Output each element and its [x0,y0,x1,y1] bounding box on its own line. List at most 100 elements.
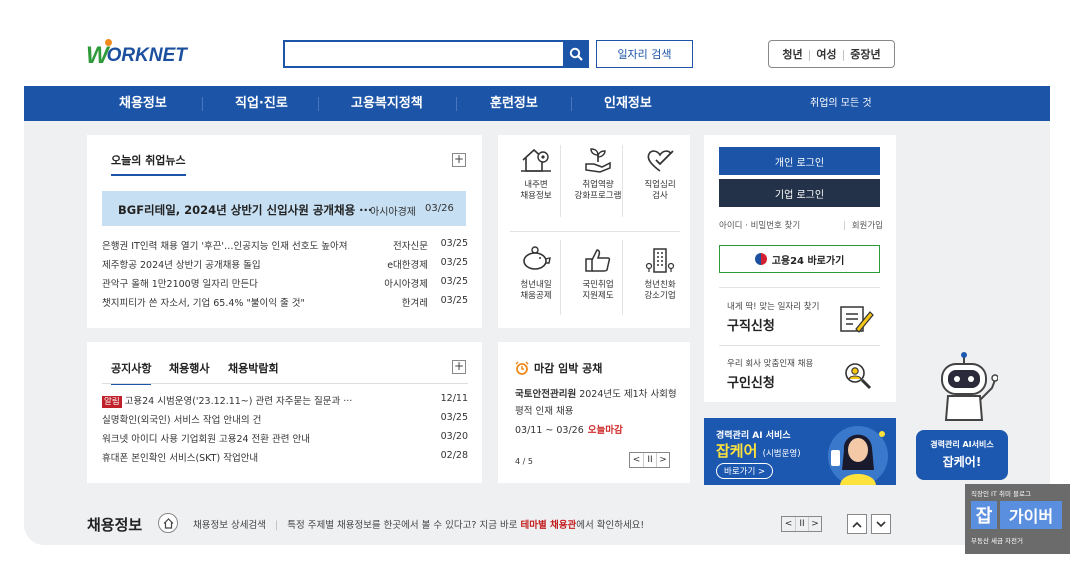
tab-notice[interactable]: 공지사항 [111,360,152,385]
jobcare-banner[interactable]: 경력관리 AI 서비스 잡케어 (시범운영) 바로가기 > [704,418,896,485]
notice-more-button[interactable]: + [452,360,466,374]
nav-talent[interactable]: 인재정보 [604,86,652,121]
tab-job-fair[interactable]: 채용박람회 [228,360,279,376]
service-psych-test[interactable]: 직업심리 검사 [629,146,691,202]
prev-button[interactable]: < [782,517,795,531]
bottom-text-after: 에서 확인하세요! [576,520,645,531]
scroll-up-button[interactable] [847,514,867,534]
divider [719,345,880,346]
next-button[interactable]: > [656,453,669,467]
badge-top-text: 직장인 IT 취미 블로그 [971,490,1031,498]
deadline-period: 03/11 ~ 03/26 [515,425,584,436]
detail-search-link[interactable]: 채용정보 상세검색 [193,520,266,531]
notice-item-date: 03/20 [440,431,468,442]
robot-mascot-illustration [941,352,998,421]
news-more-button[interactable]: + [452,153,466,167]
divider [510,231,680,232]
news-headline[interactable]: BGF리테일, 2024년 상반기 신입사원 공개채용 ··· 아시아경제 03… [102,191,466,226]
notice-item[interactable]: 휴대폰 본인확인 서비스(SKT) 작업안내 02/28 [102,450,468,466]
news-item[interactable]: 은행권 IT인력 채용 열기 '후끈'…인공지능 인재 선호도 높아져 전자신문… [102,238,468,254]
floating-jobcare-subtitle: 경력관리 AI서비스 [930,440,994,449]
job-request-subtitle: 내게 딱! 맞는 일자리 찾기 [727,302,820,312]
service-youth-savings[interactable]: 청년내일 채움공제 [505,246,567,302]
target-women[interactable]: 여성 [816,46,836,62]
gov24-label: 고용24 바로가기 [771,255,845,267]
news-item[interactable]: 제주항공 2024년 상반기 공개채용 돌입 e대한경제 03/25 [102,257,468,273]
login-links: 아이디 · 비밀번호 찾기 | 회원가입 [719,219,883,231]
headline-date: 03/26 [425,203,454,214]
next-button[interactable]: > [808,517,821,531]
piggy-bank-icon [523,246,551,270]
tab-recruit-events[interactable]: 채용행사 [169,360,209,376]
target-middle-aged[interactable]: 중장년 [850,46,880,62]
personal-login-button[interactable]: 개인 로그인 [719,147,880,175]
notice-item[interactable]: 워크넷 아이디 사용 기업회원 고용24 전환 관련 안내 03/20 [102,431,468,447]
divider [102,383,468,384]
home-icon [163,517,173,529]
find-id-password-link[interactable]: 아이디 · 비밀번호 찾기 [719,221,800,231]
blog-watermark-badge: 직장인 IT 취미 블로그 잡 가이버 부동산 세금 자전거 [965,484,1070,554]
separator: | [842,221,846,231]
join-link[interactable]: 회원가입 [852,221,883,231]
logo-text: ORKNET [106,45,187,66]
deadline-period-row: 03/11 ~ 03/26 오늘마감 [515,422,623,436]
service-nearby-jobs[interactable]: 내주변 채용정보 [505,146,567,202]
service-national-employment[interactable]: 국민취업 지원제도 [567,246,629,302]
service-employability-program[interactable]: 취업역량 강화프로그램 [567,146,629,202]
pause-button[interactable]: II [795,517,808,531]
logo-w: W [86,42,109,69]
deadline-org: 국토안전관리원 [515,389,577,400]
search-button[interactable] [563,40,589,68]
main-nav: 채용정보 직업·진로 고용복지정책 훈련정보 인재정보 취업의 모든 것 [24,86,1050,121]
search-input[interactable] [283,40,589,68]
nav-divider [318,97,319,111]
nav-career[interactable]: 직업·진로 [235,86,288,121]
separator: | [274,520,279,531]
sprout-hand-icon [585,148,611,173]
separator: | [807,47,812,61]
hire-request-link[interactable]: 우리 회사 맞춤인재 채용 구인신청 [727,357,813,391]
target-youth[interactable]: 청년 [782,46,802,62]
jobcare-banner-cta[interactable]: 바로가기 > [716,463,774,479]
person-magnifier-icon [845,363,872,390]
deadline-status: 오늘마감 [587,425,623,436]
news-title[interactable]: 오늘의 취업뉴스 [111,152,186,176]
service-youth-friendly-company[interactable]: 청년친화 강소기업 [629,246,691,302]
notice-item[interactable]: 알림 고용24 시범운영('23.12.11~) 관련 자주묻는 질문과 ··· … [102,393,468,409]
job-request-link[interactable]: 내게 딱! 맞는 일자리 찾기 구직신청 [727,300,819,334]
news-item[interactable]: 챗지피티가 쓴 자소서, 기업 65.4% "불이익 줄 것" 한겨레 03/2… [102,295,468,311]
scroll-down-button[interactable] [871,514,891,534]
search-icon [569,47,583,61]
headline-source: 아시아경제 [370,207,416,218]
alarm-clock-icon [515,361,529,375]
gov24-shortcut-button[interactable]: 고용24 바로가기 [719,245,880,273]
pause-button[interactable]: II [643,453,656,467]
bottom-section-title: 채용정보 [87,516,143,534]
nav-training[interactable]: 훈련정보 [490,86,538,121]
service-label: 청년친화 강소기업 [644,280,676,301]
home-button[interactable] [158,513,178,533]
deadline-title: 마감 임박 공채 [515,360,602,376]
job-search-button[interactable]: 일자리 검색 [596,40,693,68]
building-icon [645,248,675,273]
worknet-logo[interactable]: W ORKNET [86,39,187,69]
news-item[interactable]: 관악구 올해 1만2100명 일자리 만든다 아시아경제 03/25 [102,276,468,292]
notice-item-title: 휴대폰 본인확인 서비스(SKT) 작업안내 [102,453,259,464]
corporate-login-button[interactable]: 기업 로그인 [719,179,880,207]
floating-jobcare-button[interactable]: 경력관리 AI서비스 잡케어! [916,430,1008,480]
notice-item[interactable]: 실명확인(외국인) 서비스 작업 안내의 건 03/25 [102,412,468,428]
woman-smartphone-illustration [828,426,888,485]
prev-button[interactable]: < [630,453,643,467]
nav-all-menu[interactable]: 취업의 모든 것 [810,86,872,121]
deadline-page-indicator: 4 / 5 [515,457,533,466]
bottom-pager: < II > [781,516,822,532]
notice-item-date: 02/28 [440,450,468,461]
jobcare-banner-pilot: (시범운영) [762,449,801,459]
deadline-job[interactable]: 국토안전관리원 2024년도 제1차 사회형평적 인재 채용 [515,386,685,420]
nav-recruitment[interactable]: 채용정보 [119,86,167,121]
service-label: 청년내일 채움공제 [520,280,552,301]
nav-welfare-policy[interactable]: 고용복지정책 [351,86,423,121]
news-item-title: 은행권 IT인력 채용 열기 '후끈'…인공지능 인재 선호도 높아져 [102,241,348,252]
news-item-date: 03/25 [440,257,468,268]
theme-recruit-link[interactable]: 테마별 채용관 [520,520,576,531]
